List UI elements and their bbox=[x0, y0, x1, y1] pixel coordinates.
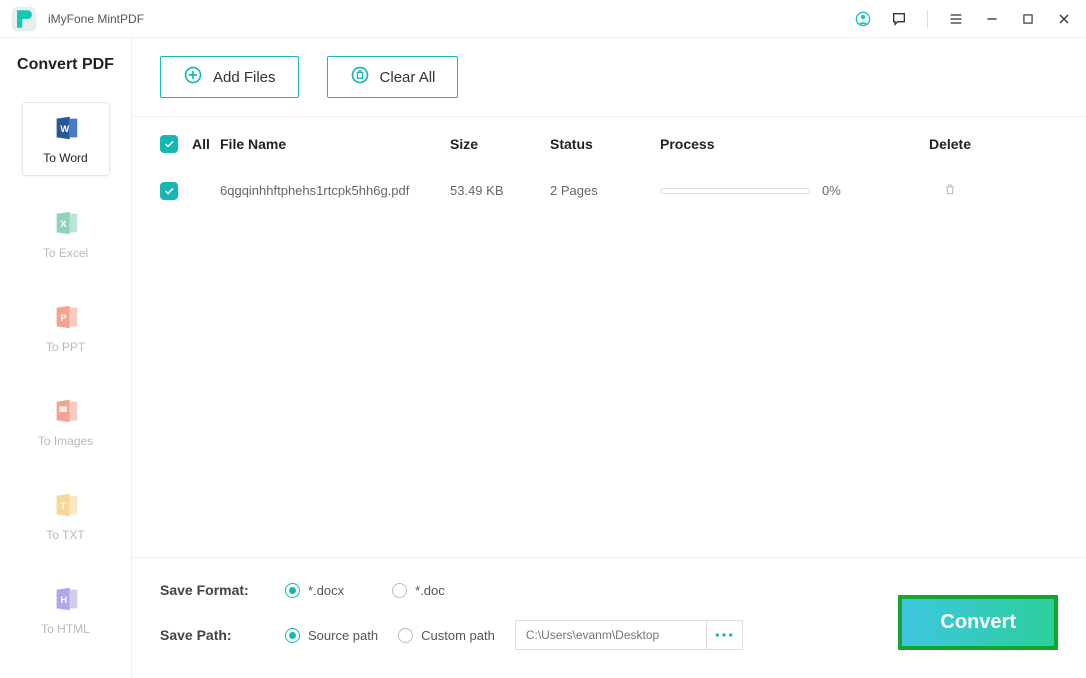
radio-icon bbox=[285, 583, 300, 598]
titlebar-right bbox=[855, 10, 1072, 28]
select-all-checkbox[interactable] bbox=[160, 135, 178, 153]
maximize-icon[interactable] bbox=[1020, 11, 1036, 27]
minimize-icon[interactable] bbox=[984, 11, 1000, 27]
row-checkbox[interactable] bbox=[160, 182, 178, 200]
path-input[interactable] bbox=[516, 628, 706, 642]
plus-circle-icon bbox=[183, 65, 203, 89]
svg-text:W: W bbox=[60, 124, 69, 134]
cell-file-name: 6qgqinhhftphehs1rtcpk5hh6g.pdf bbox=[220, 183, 450, 198]
cell-size: 53.49 KB bbox=[450, 183, 550, 198]
col-file-name: File Name bbox=[220, 136, 450, 152]
sidebar-item-label: To HTML bbox=[41, 622, 90, 636]
sidebar-item-to-ppt[interactable]: P To PPT bbox=[22, 292, 110, 364]
main: Add Files Clear All All File Name Size bbox=[132, 38, 1086, 678]
ppt-icon: P bbox=[51, 302, 81, 332]
sidebar-item-label: To Word bbox=[43, 151, 87, 165]
sidebar-item-label: To Images bbox=[38, 434, 93, 448]
app-logo bbox=[10, 5, 38, 33]
save-path-label: Save Path: bbox=[160, 627, 265, 643]
sidebar-item-label: To TXT bbox=[46, 528, 84, 542]
col-process: Process bbox=[660, 136, 910, 152]
excel-icon: X bbox=[51, 208, 81, 238]
sidebar-item-to-txt[interactable]: T To TXT bbox=[22, 480, 110, 552]
trash-icon bbox=[942, 181, 958, 197]
source-path-label: Source path bbox=[308, 628, 378, 643]
cell-status: 2 Pages bbox=[550, 183, 660, 198]
html-icon: H bbox=[51, 584, 81, 614]
convert-label: Convert bbox=[940, 611, 1016, 633]
account-icon[interactable] bbox=[855, 11, 871, 27]
close-icon[interactable] bbox=[1056, 11, 1072, 27]
sidebar-title: Convert PDF bbox=[0, 56, 131, 74]
delete-row-button[interactable] bbox=[910, 181, 990, 200]
layout: Convert PDF W To Word X To Excel P To PP… bbox=[0, 38, 1086, 678]
svg-text:H: H bbox=[60, 595, 67, 605]
footer: Save Format: *.docx *.doc Save Path: Sou… bbox=[132, 558, 1086, 678]
col-delete: Delete bbox=[910, 136, 990, 152]
sidebar-item-to-excel[interactable]: X To Excel bbox=[22, 198, 110, 270]
image-icon bbox=[51, 396, 81, 426]
custom-path-label: Custom path bbox=[421, 628, 495, 643]
menu-icon[interactable] bbox=[948, 11, 964, 27]
add-files-button[interactable]: Add Files bbox=[160, 56, 299, 98]
trash-circle-icon bbox=[350, 65, 370, 89]
format-docx-option[interactable]: *.docx bbox=[285, 583, 344, 598]
sidebar-item-label: To PPT bbox=[46, 340, 85, 354]
browse-button[interactable] bbox=[706, 621, 742, 649]
titlebar-divider bbox=[927, 10, 928, 28]
clear-all-button[interactable]: Clear All bbox=[327, 56, 459, 98]
sidebar-item-to-html[interactable]: H To HTML bbox=[22, 574, 110, 646]
clear-all-label: Clear All bbox=[380, 69, 436, 86]
app-title: iMyFone MintPDF bbox=[48, 12, 144, 26]
sidebar: Convert PDF W To Word X To Excel P To PP… bbox=[0, 38, 132, 678]
sidebar-item-to-word[interactable]: W To Word bbox=[22, 102, 110, 176]
convert-button[interactable]: Convert bbox=[898, 595, 1058, 650]
save-format-label: Save Format: bbox=[160, 582, 265, 598]
radio-icon bbox=[392, 583, 407, 598]
svg-text:T: T bbox=[60, 501, 66, 511]
svg-text:P: P bbox=[60, 313, 66, 323]
cell-process: 0% bbox=[660, 183, 910, 198]
word-icon: W bbox=[51, 113, 81, 143]
table-header: All File Name Size Status Process Delete bbox=[160, 117, 1058, 171]
file-table: All File Name Size Status Process Delete… bbox=[132, 117, 1086, 558]
progress-bar bbox=[660, 188, 810, 194]
feedback-icon[interactable] bbox=[891, 11, 907, 27]
format-docx-label: *.docx bbox=[308, 583, 344, 598]
col-size: Size bbox=[450, 136, 550, 152]
format-doc-option[interactable]: *.doc bbox=[392, 583, 445, 598]
add-files-label: Add Files bbox=[213, 69, 276, 86]
titlebar: iMyFone MintPDF bbox=[0, 0, 1086, 38]
custom-path-option[interactable]: Custom path bbox=[398, 628, 495, 643]
toolbar: Add Files Clear All bbox=[132, 38, 1086, 117]
titlebar-left: iMyFone MintPDF bbox=[10, 5, 144, 33]
save-format-row: Save Format: *.docx *.doc bbox=[160, 582, 743, 598]
format-doc-label: *.doc bbox=[415, 583, 445, 598]
sidebar-item-label: To Excel bbox=[43, 246, 88, 260]
source-path-option[interactable]: Source path bbox=[285, 628, 378, 643]
txt-icon: T bbox=[51, 490, 81, 520]
sidebar-item-to-images[interactable]: To Images bbox=[22, 386, 110, 458]
radio-icon bbox=[398, 628, 413, 643]
footer-left: Save Format: *.docx *.doc Save Path: Sou… bbox=[160, 582, 743, 650]
save-path-row: Save Path: Source path Custom path bbox=[160, 620, 743, 650]
col-status: Status bbox=[550, 136, 660, 152]
path-input-group bbox=[515, 620, 743, 650]
ellipsis-icon bbox=[714, 631, 734, 639]
svg-text:X: X bbox=[60, 219, 67, 229]
progress-value: 0% bbox=[822, 183, 841, 198]
radio-icon bbox=[285, 628, 300, 643]
col-all: All bbox=[192, 136, 210, 152]
table-row: 6qgqinhhftphehs1rtcpk5hh6g.pdf 53.49 KB … bbox=[160, 171, 1058, 210]
